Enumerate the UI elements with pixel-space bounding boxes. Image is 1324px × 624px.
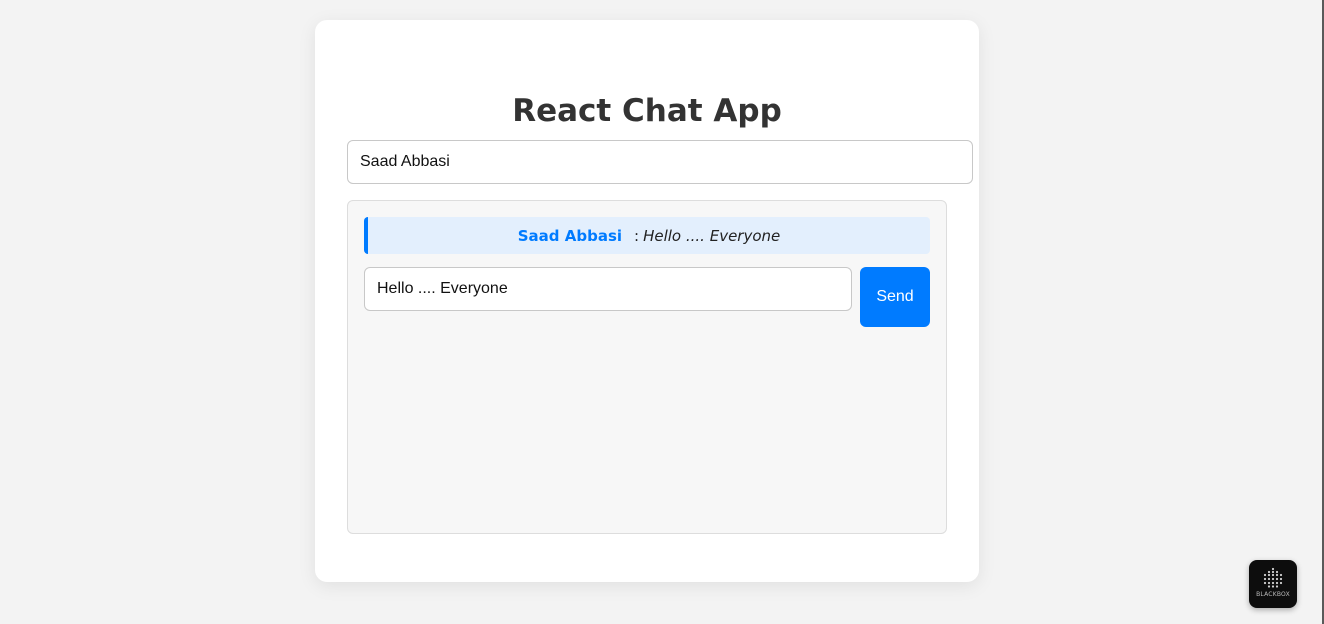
message-input[interactable] — [364, 267, 852, 311]
message-text: Hello .... Everyone — [643, 226, 781, 245]
page-title: React Chat App — [512, 93, 782, 129]
chat-box: Saad Abbasi : Hello .... Everyone Send — [347, 200, 947, 534]
badge-label: BLACKBOX — [1256, 591, 1290, 598]
message-item: Saad Abbasi : Hello .... Everyone — [364, 217, 930, 254]
chat-card: React Chat App Saad Abbasi : Hello .... … — [315, 20, 979, 582]
send-button[interactable]: Send — [860, 267, 930, 327]
message-username: Saad Abbasi — [517, 226, 623, 245]
blackbox-badge[interactable]: BLACKBOX — [1249, 560, 1297, 608]
message-separator: : — [634, 226, 640, 245]
username-input[interactable] — [347, 140, 973, 184]
blackbox-logo-icon — [1263, 567, 1283, 588]
